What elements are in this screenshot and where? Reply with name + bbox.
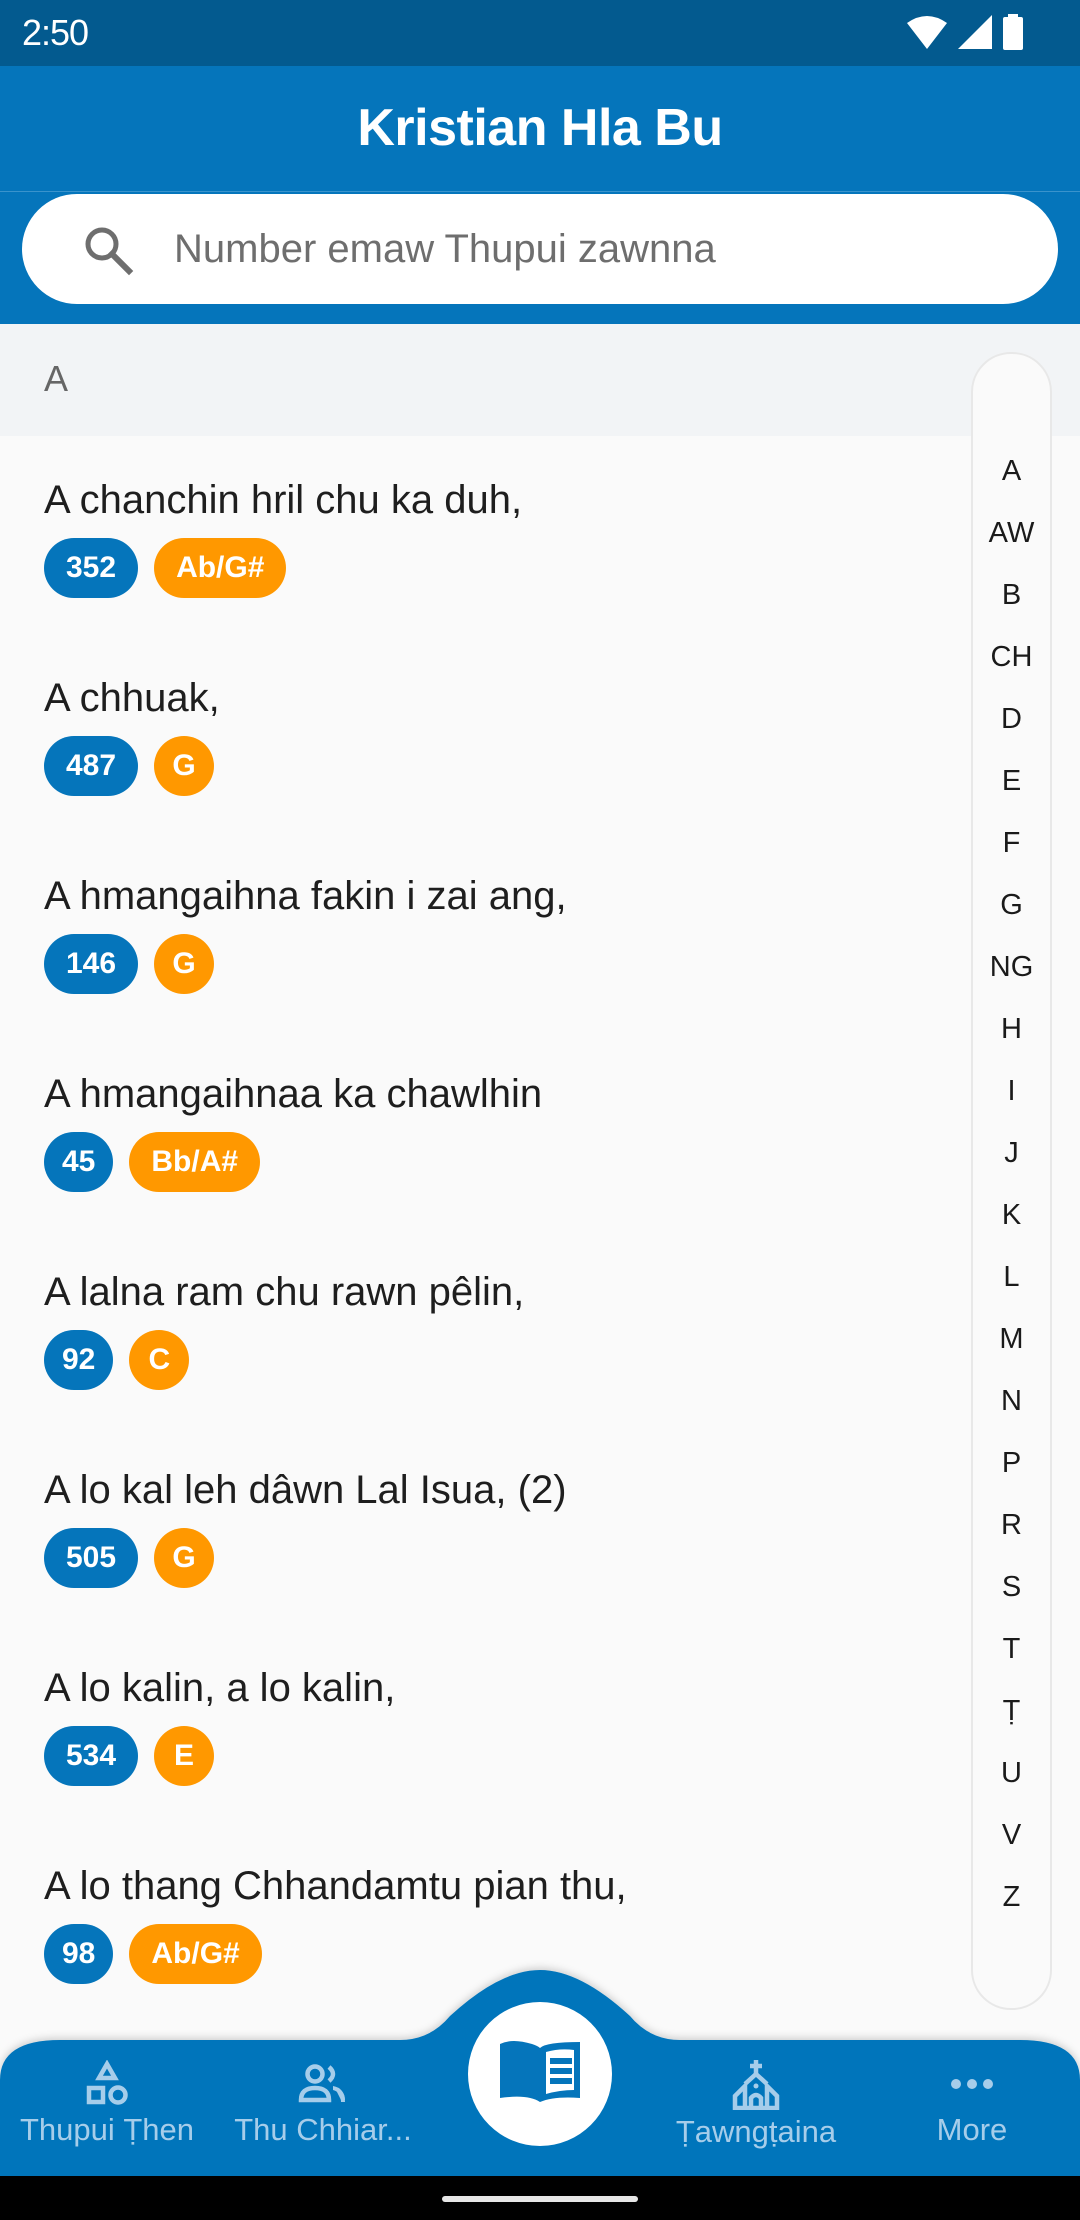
song-list-item[interactable]: A hmangaihnaa ka chawlhin 45 Bb/A# <box>0 1030 960 1228</box>
alphabet-index[interactable]: A AW B CH D E F G NG H I J K L M N P R S T Ṭ U V Z <box>971 352 1052 2010</box>
song-list-item[interactable]: A chanchin hril chu ka duh, 352 Ab/G# <box>0 436 960 634</box>
nav-label: More <box>936 2112 1008 2147</box>
song-title: A hmangaihna fakin i zai ang, <box>44 874 567 918</box>
battery-icon <box>1002 14 1024 50</box>
song-badges: 534 E <box>44 1726 960 1786</box>
search-input[interactable] <box>174 214 1014 284</box>
song-badges: 146 G <box>44 934 960 994</box>
song-key-badge: Ab/G# <box>154 538 287 598</box>
alphabet-index-letter[interactable]: R <box>973 1494 1050 1556</box>
status-icons <box>906 14 1024 50</box>
alphabet-index-letter[interactable]: H <box>973 998 1050 1060</box>
song-title: A hmangaihnaa ka chawlhin <box>44 1072 543 1116</box>
search-icon <box>82 224 134 276</box>
song-badges: 352 Ab/G# <box>44 538 960 598</box>
wifi-icon <box>906 15 948 49</box>
song-title: A chhuak, <box>44 676 220 720</box>
nav-item-thu-chhiar[interactable]: Thu Chhiar... <box>223 2060 423 2170</box>
alphabet-index-letter[interactable]: CH <box>973 626 1050 688</box>
song-key-badge: G <box>154 934 215 994</box>
nav-item-tawngtaina[interactable]: Ṭawngṭaina <box>656 2060 856 2170</box>
search-box[interactable] <box>22 194 1058 304</box>
song-number-badge: 92 <box>44 1330 114 1390</box>
alphabet-index-letter[interactable]: D <box>973 688 1050 750</box>
alphabet-index-letter[interactable]: N <box>973 1370 1050 1432</box>
alphabet-index-letter[interactable]: V <box>973 1804 1050 1866</box>
alphabet-index-letter[interactable]: F <box>973 812 1050 874</box>
song-title: A lo kal leh dâwn Lal Isua, (2) <box>44 1468 567 1512</box>
song-list-item[interactable]: A lo kalin, a lo kalin, 534 E <box>0 1624 960 1822</box>
alphabet-index-letter[interactable]: L <box>973 1246 1050 1308</box>
more-icon <box>948 2060 996 2108</box>
alphabet-index-letter[interactable]: A <box>973 440 1050 502</box>
song-badges: 487 G <box>44 736 960 796</box>
people-icon <box>297 2060 349 2108</box>
song-key-badge: E <box>154 1726 215 1786</box>
song-title: A lalna ram chu rawn pêlin, <box>44 1270 525 1314</box>
gesture-navigation-bar <box>0 2176 1080 2220</box>
center-book-button[interactable] <box>468 2002 612 2146</box>
song-number-badge: 146 <box>44 934 139 994</box>
nav-label: Ṭawngṭaina <box>675 2114 837 2149</box>
section-header: A <box>0 324 1080 436</box>
church-icon <box>731 2060 781 2110</box>
song-list-item[interactable]: A lo kal leh dâwn Lal Isua, (2) 505 G <box>0 1426 960 1624</box>
alphabet-index-list: A AW B CH D E F G NG H I J K L M N P R S T Ṭ U V Z <box>973 440 1050 1928</box>
song-title: A lo thang Chhandamtu pian thu, <box>44 1864 627 1908</box>
app-bar: Kristian Hla Bu <box>0 66 1080 192</box>
categories-icon <box>83 2060 131 2108</box>
alphabet-index-letter[interactable]: K <box>973 1184 1050 1246</box>
song-badges: 92 C <box>44 1330 960 1390</box>
song-badges: 45 Bb/A# <box>44 1132 960 1192</box>
section-letter: A <box>44 358 69 399</box>
alphabet-index-letter[interactable]: G <box>973 874 1050 936</box>
alphabet-index-letter[interactable]: Ṭ <box>973 1680 1050 1742</box>
song-list-item[interactable]: A hmangaihna fakin i zai ang, 146 G <box>0 832 960 1030</box>
alphabet-index-letter[interactable]: T <box>973 1618 1050 1680</box>
song-number-badge: 505 <box>44 1528 139 1588</box>
song-key-badge: G <box>154 1528 215 1588</box>
alphabet-index-letter[interactable]: AW <box>973 502 1050 564</box>
song-title: A chanchin hril chu ka duh, <box>44 478 523 522</box>
song-title: A lo kalin, a lo kalin, <box>44 1666 396 1710</box>
song-key-badge: G <box>154 736 215 796</box>
alphabet-index-letter[interactable]: U <box>973 1742 1050 1804</box>
alphabet-index-letter[interactable]: E <box>973 750 1050 812</box>
home-gesture-handle[interactable] <box>442 2196 638 2202</box>
alphabet-index-letter[interactable]: S <box>973 1556 1050 1618</box>
alphabet-index-letter[interactable]: NG <box>973 936 1050 998</box>
song-list: A chanchin hril chu ka duh, 352 Ab/G# A … <box>0 436 960 2020</box>
nav-item-more[interactable]: More <box>872 2060 1072 2170</box>
song-key-badge: C <box>129 1330 190 1390</box>
song-list-item[interactable]: A lalna ram chu rawn pêlin, 92 C <box>0 1228 960 1426</box>
alphabet-index-letter[interactable]: P <box>973 1432 1050 1494</box>
song-number-badge: 534 <box>44 1726 139 1786</box>
alphabet-index-letter[interactable]: M <box>973 1308 1050 1370</box>
song-key-badge: Bb/A# <box>129 1132 261 1192</box>
status-bar: 2:50 <box>0 0 1080 66</box>
alphabet-index-letter[interactable]: I <box>973 1060 1050 1122</box>
cell-signal-icon <box>958 15 992 49</box>
nav-item-thupui-then[interactable]: Thupui Ṭhen <box>7 2060 207 2170</box>
alphabet-index-letter[interactable]: Z <box>973 1866 1050 1928</box>
song-number-badge: 45 <box>44 1132 114 1192</box>
app-title: Kristian Hla Bu <box>357 99 723 157</box>
nav-label: Thupui Ṭhen <box>19 2112 195 2147</box>
song-number-badge: 487 <box>44 736 139 796</box>
nav-label: Thu Chhiar... <box>234 2112 412 2147</box>
status-time: 2:50 <box>22 12 89 53</box>
alphabet-index-letter[interactable]: J <box>973 1122 1050 1184</box>
book-icon <box>498 2040 582 2109</box>
search-area <box>0 192 1080 324</box>
bottom-nav: Thupui Ṭhen Thu Chhiar... Ṭawngṭaina Mor… <box>0 1960 1080 2176</box>
song-badges: 505 G <box>44 1528 960 1588</box>
song-number-badge: 352 <box>44 538 139 598</box>
alphabet-index-letter[interactable]: B <box>973 564 1050 626</box>
song-list-item[interactable]: A chhuak, 487 G <box>0 634 960 832</box>
